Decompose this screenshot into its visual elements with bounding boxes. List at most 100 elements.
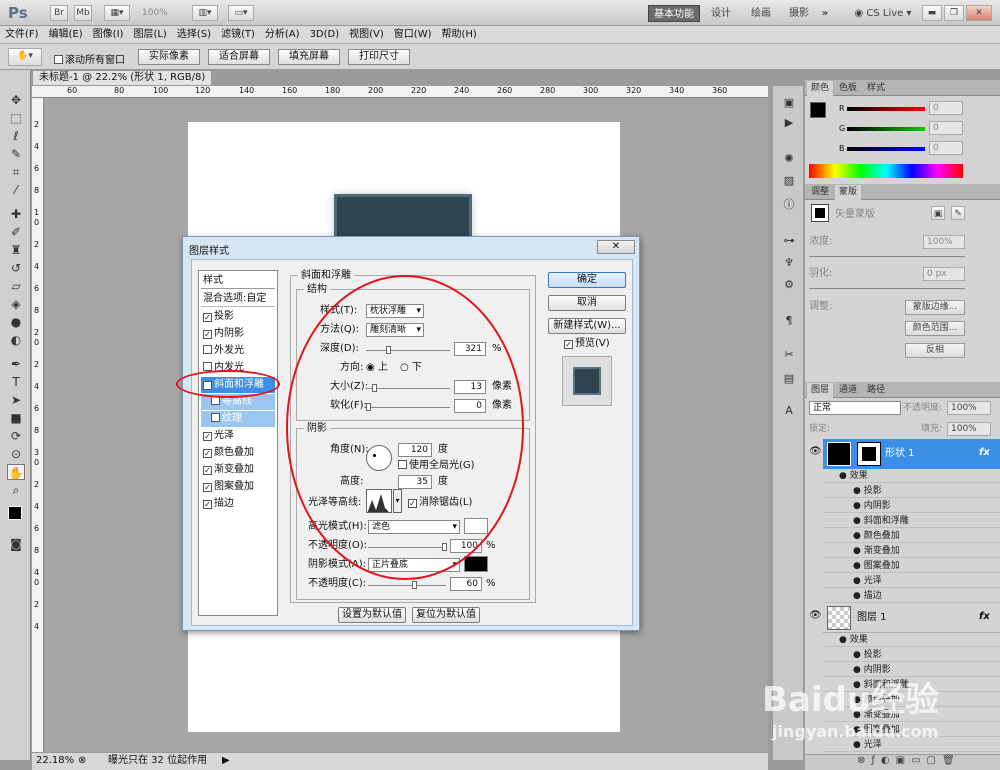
color-range-button[interactable]: 颜色范围...: [905, 321, 965, 336]
clone-stamp-tool-icon[interactable]: ♜: [7, 242, 25, 258]
tool-presets-icon[interactable]: ⚙: [781, 278, 797, 292]
effect-row[interactable]: ● 投影: [823, 648, 1000, 662]
style-item[interactable]: ✓ 渐变叠加: [201, 462, 275, 478]
style-item[interactable]: ✓ 颜色叠加: [201, 445, 275, 461]
crop-tool-icon[interactable]: ⌗: [7, 164, 25, 180]
scroll-all-windows-checkbox[interactable]: 滚动所有窗口: [54, 51, 125, 66]
menu-layer[interactable]: 图层(L): [128, 26, 171, 43]
brush-presets-icon[interactable]: ⊶: [781, 234, 797, 248]
close-app-button[interactable]: ✕: [966, 5, 992, 21]
style-item[interactable]: ✓ 描边: [201, 496, 275, 512]
document-tab[interactable]: 未标题-1 @ 22.2% (形状 1, RGB/8) * ✕: [32, 70, 212, 97]
effect-row[interactable]: ● 光泽: [823, 574, 1000, 588]
lasso-tool-icon[interactable]: ℓ: [7, 128, 25, 144]
menu-window[interactable]: 窗口(W): [389, 26, 437, 43]
r-slider[interactable]: [847, 107, 925, 111]
paragraph-icon[interactable]: ¶: [781, 314, 797, 328]
character-icon[interactable]: A: [781, 404, 797, 418]
shadow-opacity-knob[interactable]: [412, 581, 417, 589]
effects-row[interactable]: ● 效果: [823, 633, 1000, 647]
healing-brush-tool-icon[interactable]: ✚: [7, 206, 25, 222]
print-size-button[interactable]: 打印尺寸: [348, 49, 410, 65]
workspace-essentials[interactable]: 基本功能: [648, 5, 700, 22]
3d-icon[interactable]: ✺: [781, 152, 797, 166]
3d-rotate-tool-icon[interactable]: ⟳: [7, 428, 25, 444]
ok-button[interactable]: 确定: [548, 272, 626, 288]
reset-default-button[interactable]: 复位为默认值: [412, 607, 480, 623]
restore-button[interactable]: ❐: [944, 5, 964, 21]
cs-live-button[interactable]: ◉ CS Live ▾: [852, 5, 914, 22]
menu-analysis[interactable]: 分析(A): [260, 26, 305, 43]
fg-color-swatch[interactable]: [810, 102, 826, 118]
view-extras-button[interactable]: ▦▾: [104, 5, 130, 21]
b-slider[interactable]: [847, 147, 925, 151]
screen-mode-button[interactable]: ▭▾: [228, 5, 254, 21]
tab-paths[interactable]: 路径: [863, 383, 889, 398]
fx-icon[interactable]: fx: [979, 611, 990, 622]
menu-view[interactable]: 视图(V): [344, 26, 389, 43]
pen-tool-icon[interactable]: ✒: [7, 356, 25, 372]
workspace-design[interactable]: 设计: [706, 5, 736, 22]
cancel-button[interactable]: 取消: [548, 295, 626, 311]
style-item[interactable]: ✓ 投影: [201, 309, 275, 325]
preview-checkbox[interactable]: ✓ 预览(V): [564, 337, 610, 351]
zoom-level-select[interactable]: 100%: [142, 8, 168, 18]
effect-row[interactable]: ● 描边: [823, 589, 1000, 603]
foreground-color-swatch[interactable]: [8, 506, 22, 520]
opacity-field[interactable]: 100%: [947, 401, 991, 415]
vector-mask-icon[interactable]: ✎: [951, 206, 965, 220]
tab-channels[interactable]: 通道: [835, 383, 861, 398]
effect-row[interactable]: ● 斜面和浮雕: [823, 514, 1000, 528]
image-icon[interactable]: ▨: [781, 174, 797, 188]
pixel-mask-icon[interactable]: ▣: [931, 206, 945, 220]
feather-slider[interactable]: [809, 288, 965, 289]
fit-screen-button[interactable]: 适合屏幕: [208, 49, 270, 65]
eye-icon[interactable]: 👁: [809, 446, 822, 457]
tab-color[interactable]: 颜色: [807, 81, 834, 96]
effect-row[interactable]: ● 渐变叠加: [823, 544, 1000, 558]
menu-filter[interactable]: 滤镜(T): [216, 26, 260, 43]
tab-adjustments[interactable]: 调整: [807, 185, 833, 200]
3d-orbit-tool-icon[interactable]: ⊙: [7, 446, 25, 462]
effect-row[interactable]: ● 投影: [823, 484, 1000, 498]
style-item[interactable]: ✓ 图案叠加: [201, 479, 275, 495]
make-default-button[interactable]: 设置为默认值: [338, 607, 406, 623]
minimize-button[interactable]: ▬: [922, 5, 942, 21]
path-select-tool-icon[interactable]: ➤: [7, 392, 25, 408]
g-slider[interactable]: [847, 127, 925, 131]
history-brush-tool-icon[interactable]: ↺: [7, 260, 25, 276]
g-value[interactable]: 0: [929, 121, 963, 135]
fill-field[interactable]: 100%: [947, 422, 991, 436]
color-spectrum[interactable]: [809, 164, 963, 178]
density-slider[interactable]: [809, 256, 965, 257]
feather-field[interactable]: 0 px: [923, 267, 965, 281]
workspace-more-button[interactable]: »: [816, 5, 834, 22]
density-field[interactable]: 100%: [923, 235, 965, 249]
actions-icon[interactable]: ▶: [781, 116, 797, 130]
notes-icon[interactable]: ▤: [781, 372, 797, 386]
layers-bottom-bar[interactable]: ⊗ƒ◐▣▭▢🗑: [805, 754, 1000, 770]
menu-select[interactable]: 选择(S): [172, 26, 216, 43]
tab-swatches[interactable]: 色板: [835, 81, 861, 96]
hand-tool-preset[interactable]: ✋▾: [8, 48, 42, 66]
effect-row[interactable]: ● 内阴影: [823, 499, 1000, 513]
dialog-close-button[interactable]: ✕: [597, 240, 635, 254]
menu-help[interactable]: 帮助(H): [437, 26, 482, 43]
workspace-painting[interactable]: 绘画: [746, 5, 776, 22]
invert-button[interactable]: 反相: [905, 343, 965, 358]
eraser-tool-icon[interactable]: ▱: [7, 278, 25, 294]
menu-edit[interactable]: 编辑(E): [44, 26, 88, 43]
effects-row[interactable]: ● 效果: [823, 469, 1000, 483]
workspace-photography[interactable]: 摄影: [784, 5, 814, 22]
fx-icon[interactable]: fx: [979, 447, 990, 458]
layer-row-layer1[interactable]: 图层 1 fx: [823, 603, 1000, 633]
paint-bucket-tool-icon[interactable]: ◈: [7, 296, 25, 312]
history-icon[interactable]: ▣: [781, 96, 797, 110]
quick-mask-icon[interactable]: ◙: [7, 536, 25, 552]
mask-thumbnail[interactable]: [811, 204, 829, 222]
marquee-tool-icon[interactable]: ⬚: [7, 110, 25, 126]
info-icon[interactable]: ⓘ: [781, 198, 797, 212]
tab-styles[interactable]: 样式: [863, 81, 889, 96]
eye-icon[interactable]: 👁: [809, 610, 822, 621]
type-tool-icon[interactable]: T: [7, 374, 25, 390]
